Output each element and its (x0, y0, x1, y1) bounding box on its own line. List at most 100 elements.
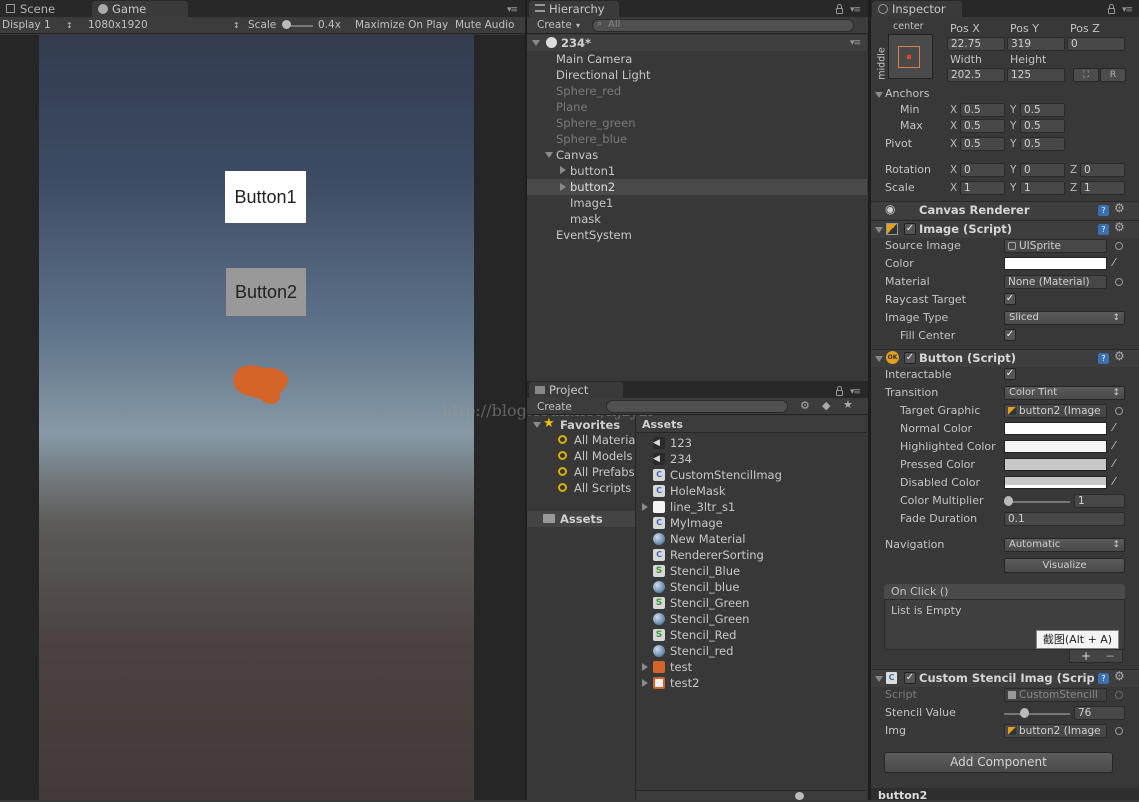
display-dropdown[interactable]: Display 1 (2, 18, 51, 33)
add-event-button[interactable]: + (1081, 649, 1091, 663)
tab-game[interactable]: Game (92, 1, 188, 17)
asset-item[interactable]: CustomStencilImag (670, 467, 782, 483)
asset-item[interactable]: HoleMask (670, 483, 726, 499)
target-graphic-field[interactable]: button2 (Image (1004, 404, 1107, 418)
scale-x-field[interactable]: 1 (960, 181, 1005, 195)
blueprint-mode-button[interactable]: ⛶ (1073, 68, 1099, 82)
game-button2[interactable]: Button2 (226, 268, 306, 316)
tab-hierarchy[interactable]: Hierarchy (529, 1, 619, 17)
source-image-field[interactable]: UISprite (1004, 239, 1107, 253)
hierarchy-item-sphere-red[interactable]: Sphere_red (556, 83, 621, 99)
hierarchy-item-sphere-blue[interactable]: Sphere_blue (556, 131, 627, 147)
favorite-all-scripts[interactable]: All Scripts (574, 481, 631, 495)
resolution-dropdown[interactable]: 1080x1920 (88, 18, 148, 33)
add-component-button[interactable]: Add Component (884, 752, 1113, 773)
asset-item[interactable]: test (670, 659, 692, 675)
lock-icon[interactable] (836, 4, 843, 14)
project-lock-icon[interactable] (836, 386, 843, 396)
gear-icon[interactable]: ⚙ (1114, 201, 1125, 215)
button-enabled-checkbox[interactable]: ✓ (904, 352, 916, 364)
hierarchy-item-button2[interactable]: button2 (570, 179, 615, 195)
stencil-slider-track[interactable] (1004, 713, 1070, 715)
asset-item[interactable]: Stencil_Green (670, 611, 749, 627)
asset-item[interactable]: Stencil_Red (670, 627, 736, 643)
hierarchy-item-directional-light[interactable]: Directional Light (556, 67, 651, 83)
object-picker-icon[interactable] (1115, 727, 1123, 735)
asset-item[interactable]: Stencil_blue (670, 579, 740, 595)
tab-inspector[interactable]: Inspector (872, 1, 962, 17)
favorites-expand-arrow[interactable] (533, 422, 541, 428)
eyedropper-icon[interactable]: ⁄ (1113, 257, 1125, 269)
hierarchy-item-canvas[interactable]: Canvas (556, 147, 598, 163)
color-multiplier-field[interactable]: 1 (1074, 494, 1125, 508)
scene-menu-icon[interactable]: ▾≡ (850, 38, 861, 48)
pivot-y-field[interactable]: 0.5 (1020, 137, 1065, 151)
interactable-checkbox[interactable]: ✓ (1004, 368, 1016, 380)
asset-item[interactable]: test2 (670, 675, 699, 691)
object-picker-icon[interactable] (1115, 278, 1123, 286)
asset-expand-arrow[interactable] (642, 503, 648, 511)
hierarchy-item-mask[interactable]: mask (570, 211, 601, 227)
color-multiplier-slider-thumb[interactable] (1004, 496, 1013, 506)
asset-expand-arrow[interactable] (642, 679, 648, 687)
hierarchy-search-input[interactable] (592, 19, 854, 32)
asset-expand-arrow[interactable] (642, 663, 648, 671)
normal-color-field[interactable] (1004, 422, 1107, 435)
favorite-all-prefabs[interactable]: All Prefabs (574, 465, 635, 479)
hierarchy-item-plane[interactable]: Plane (556, 99, 588, 115)
width-field[interactable]: 202.5 (947, 68, 1005, 82)
rotation-x-field[interactable]: 0 (960, 163, 1005, 177)
image-enabled-checkbox[interactable]: ✓ (904, 223, 916, 235)
asset-item[interactable]: 234 (670, 451, 692, 467)
height-field[interactable]: 125 (1007, 68, 1065, 82)
filter-type-icon[interactable]: ⚙ (800, 399, 810, 412)
object-picker-icon[interactable] (1115, 242, 1123, 250)
scale-slider-thumb[interactable] (282, 20, 291, 29)
tab-scene[interactable]: Scene (0, 1, 63, 17)
help-icon[interactable]: ? (1098, 205, 1109, 216)
anchors-max-x-field[interactable]: 0.5 (960, 119, 1005, 133)
eyedropper-icon[interactable]: ⁄ (1113, 440, 1125, 452)
filter-label-icon[interactable]: ◆ (822, 399, 830, 412)
anchors-min-y-field[interactable]: 0.5 (1020, 103, 1065, 117)
custom-enabled-checkbox[interactable]: ✓ (904, 672, 916, 684)
canvas-expand-arrow[interactable] (545, 152, 553, 158)
asset-item[interactable]: MyImage (670, 515, 723, 531)
help-icon[interactable]: ? (1098, 673, 1109, 684)
image-expand-arrow[interactable] (875, 227, 883, 233)
eyedropper-icon[interactable]: ⁄ (1113, 422, 1125, 434)
fade-duration-field[interactable]: 0.1 (1004, 512, 1125, 526)
button-expand-arrow[interactable] (875, 356, 883, 362)
button2-expand-arrow[interactable] (560, 183, 566, 191)
favorite-all-materials[interactable]: All Materia (574, 433, 635, 447)
posx-field[interactable]: 22.75 (947, 37, 1005, 51)
posz-field[interactable]: 0 (1067, 37, 1125, 51)
scene-expand-arrow[interactable] (532, 40, 540, 46)
project-search-input[interactable] (606, 400, 788, 413)
hierarchy-menu-icon[interactable]: ▾≡ (850, 5, 861, 15)
asset-item[interactable]: New Material (670, 531, 745, 547)
asset-item[interactable]: Stencil_Green (670, 595, 749, 611)
transition-dropdown[interactable]: Color Tint (1004, 386, 1125, 400)
rotation-y-field[interactable]: 0 (1020, 163, 1065, 177)
remove-event-button[interactable]: − (1105, 649, 1115, 663)
posy-field[interactable]: 319 (1007, 37, 1065, 51)
scale-y-field[interactable]: 1 (1020, 181, 1065, 195)
raycast-target-checkbox[interactable]: ✓ (1004, 293, 1016, 305)
gear-icon[interactable]: ⚙ (1114, 349, 1125, 363)
material-field[interactable]: None (Material) (1004, 275, 1107, 289)
anchors-expand-arrow[interactable] (875, 92, 883, 98)
highlighted-color-field[interactable] (1004, 440, 1107, 453)
eyedropper-icon[interactable]: ⁄ (1113, 476, 1125, 488)
asset-item[interactable]: line_3ltr_s1 (670, 499, 735, 515)
img-field[interactable]: button2 (Image (1004, 724, 1107, 738)
hierarchy-item-button1[interactable]: button1 (570, 163, 615, 179)
color-field[interactable] (1004, 257, 1107, 270)
help-icon[interactable]: ? (1098, 224, 1109, 235)
disabled-color-field[interactable] (1004, 476, 1107, 489)
game-button1[interactable]: Button1 (225, 171, 306, 223)
image-type-dropdown[interactable]: Sliced (1004, 311, 1125, 325)
favorite-all-models[interactable]: All Models (574, 449, 632, 463)
custom-expand-arrow[interactable] (875, 676, 883, 682)
asset-item[interactable]: Stencil_red (670, 643, 734, 659)
